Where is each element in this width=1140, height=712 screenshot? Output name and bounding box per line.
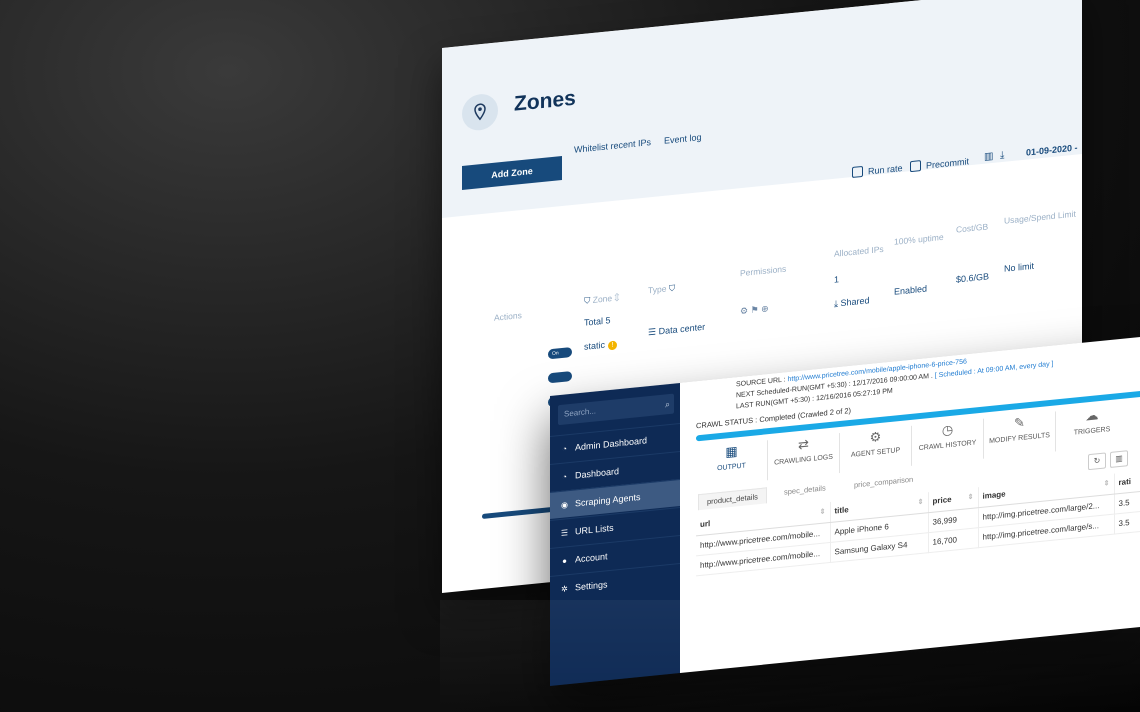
list-icon: ☰ xyxy=(560,527,569,538)
uptime-value: Enabled xyxy=(894,283,928,297)
col-permissions: Permissions xyxy=(740,263,787,279)
download-icon: ⤓ xyxy=(834,298,838,309)
col-actions: Actions xyxy=(494,310,522,323)
warning-icon: ! xyxy=(608,340,618,351)
col-uptime: 100% uptime xyxy=(894,231,944,247)
globe-icon: ◉ xyxy=(561,499,568,510)
col-rating[interactable]: rati xyxy=(1114,470,1140,494)
cost-value: $0.6/GB xyxy=(956,271,990,285)
gears-icon: ⚙ xyxy=(869,428,882,446)
dashboard-icon: ◔ xyxy=(562,471,567,482)
zone-toggle[interactable]: On xyxy=(548,347,572,360)
cell-price: 16,700 xyxy=(928,527,978,553)
tab-spec-details[interactable]: spec_details xyxy=(784,483,826,503)
zones-progress-bar xyxy=(482,507,552,519)
dashboard-icon: ◔ xyxy=(562,443,567,454)
search-input[interactable]: Search... ⌕ xyxy=(558,393,674,426)
zone-toggle[interactable] xyxy=(548,371,572,384)
agent-setup-button[interactable]: ⚙ AGENT SETUP xyxy=(840,425,912,473)
building-icon[interactable]: ▥ xyxy=(984,151,993,163)
search-icon[interactable]: ⌕ xyxy=(665,394,670,415)
server-icon: ☰ xyxy=(648,326,657,338)
table-icon: ▦ xyxy=(725,443,738,460)
user-icon: ● xyxy=(562,555,567,566)
cell-rating: 3.5 xyxy=(1114,490,1140,514)
zone-type: ☰ Data center xyxy=(648,321,706,338)
col-type[interactable]: Type ⛉ xyxy=(648,283,675,297)
zone-name[interactable]: static! xyxy=(584,338,618,352)
tab-price-comparison[interactable]: price_comparison xyxy=(854,475,913,497)
crawl-history-button[interactable]: ◷ CRAWL HISTORY xyxy=(912,418,984,466)
limit-value: No limit xyxy=(1004,260,1035,274)
cell-rating: 3.5 xyxy=(1114,510,1140,534)
tab-product-details[interactable]: product_details xyxy=(698,487,767,511)
crawling-logs-button[interactable]: ⇄ CRAWLING LOGS xyxy=(768,433,840,481)
col-usage-limit: Usage/Spend Limit xyxy=(1004,208,1076,226)
download-icon[interactable]: ⤓ xyxy=(1000,150,1004,161)
col-zone[interactable]: ⛉ Zone ⇕ xyxy=(584,292,619,307)
refresh-icon[interactable]: ↻ xyxy=(1088,452,1106,471)
output-button[interactable]: ▦ OUTPUT xyxy=(696,440,768,488)
gear-icon: ✲ xyxy=(561,583,568,594)
edit-icon: ✎ xyxy=(1014,414,1025,431)
clock-icon: ◷ xyxy=(941,421,954,438)
permission-icons: ⚙ ⚑ ⊕ xyxy=(740,303,769,317)
floor-reflection xyxy=(440,600,1140,712)
cloud-upload-icon: ☁ xyxy=(1085,407,1099,424)
modify-results-button[interactable]: ✎ MODIFY RESULTS xyxy=(984,411,1056,459)
swap-icon: ⇄ xyxy=(798,436,809,453)
zones-total: Total 5 xyxy=(584,315,611,328)
col-cost: Cost/GB xyxy=(956,221,989,235)
shared-ips: ⤓ Shared xyxy=(834,295,870,309)
col-allocated-ips: Allocated IPs xyxy=(834,243,884,259)
results-table: url ⇕ title ⇕ price ⇕ image ⇕ rati http://ww… xyxy=(696,470,1140,576)
columns-icon[interactable]: ▥ xyxy=(1110,450,1128,468)
allocated-ips-value: 1 xyxy=(834,274,840,285)
triggers-button[interactable]: ☁ TRIGGERS xyxy=(1056,404,1128,451)
